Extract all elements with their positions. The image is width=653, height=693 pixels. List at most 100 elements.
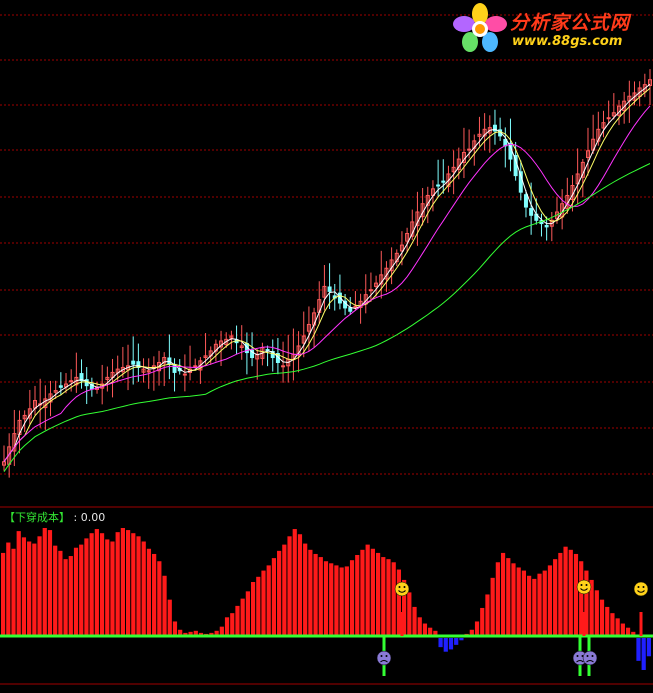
histogram-bar bbox=[250, 582, 256, 636]
histogram-bar bbox=[610, 613, 615, 636]
histogram-bar bbox=[318, 557, 323, 636]
histogram-bar bbox=[303, 543, 308, 636]
histogram-bar bbox=[599, 599, 605, 636]
signal-stick bbox=[400, 612, 404, 636]
histogram-bar bbox=[480, 607, 485, 636]
marker-eye bbox=[398, 586, 401, 588]
marker-eye bbox=[576, 655, 579, 657]
histogram-bar bbox=[615, 618, 620, 636]
histogram-bar bbox=[334, 565, 339, 636]
histogram-bar bbox=[308, 549, 313, 636]
histogram-bar bbox=[297, 534, 303, 636]
brand-name: 分析家公式网 bbox=[510, 12, 631, 34]
histogram-bar bbox=[485, 594, 490, 636]
histogram-bar bbox=[500, 552, 506, 636]
candle-body bbox=[58, 385, 63, 388]
indicator-separator: : bbox=[73, 511, 78, 524]
histogram-bar bbox=[459, 638, 464, 641]
histogram-bar bbox=[47, 530, 53, 636]
histogram-bar bbox=[506, 558, 511, 636]
marker-face bbox=[576, 579, 592, 595]
histogram-bar bbox=[417, 617, 422, 636]
marker-eye bbox=[403, 586, 406, 588]
candle-body bbox=[441, 180, 446, 183]
marker-face bbox=[394, 581, 410, 597]
histogram-bar bbox=[224, 617, 230, 636]
signal-stick bbox=[582, 612, 586, 636]
histogram-bar bbox=[605, 606, 610, 636]
candle-body bbox=[327, 286, 332, 292]
histogram-bar bbox=[370, 548, 375, 636]
histogram-bar bbox=[454, 638, 459, 645]
histogram-bar bbox=[146, 548, 152, 636]
histogram-bar bbox=[646, 638, 651, 657]
marker-face bbox=[633, 581, 649, 597]
ma-mid-line bbox=[3, 87, 651, 462]
histogram-bar bbox=[94, 529, 99, 636]
ma-short-line bbox=[3, 83, 651, 462]
histogram-bar bbox=[167, 599, 172, 636]
histogram-bar bbox=[89, 533, 94, 636]
histogram-bar bbox=[79, 544, 84, 636]
histogram-bar bbox=[287, 536, 292, 636]
histogram-bar bbox=[120, 528, 125, 636]
brand-logo[interactable]: 分析家公式网 www.88gs.com bbox=[452, 2, 652, 54]
marker-eye bbox=[385, 655, 388, 657]
candlestick-series bbox=[2, 69, 652, 478]
marker-eye bbox=[586, 655, 589, 657]
histogram-bar bbox=[542, 570, 547, 636]
histogram-bar bbox=[490, 577, 495, 636]
histogram-bar bbox=[360, 549, 365, 636]
histogram-bar bbox=[386, 559, 391, 636]
candle-body bbox=[193, 365, 198, 368]
smiley-icon bbox=[394, 581, 410, 597]
histogram-bar bbox=[407, 592, 412, 636]
histogram-bar bbox=[105, 539, 110, 636]
histogram-bar bbox=[266, 565, 271, 636]
histogram-bar bbox=[37, 536, 42, 636]
histogram-bar bbox=[355, 555, 360, 636]
candle-body bbox=[182, 373, 187, 376]
histogram-bar bbox=[532, 578, 537, 636]
histogram-bar bbox=[573, 553, 579, 636]
histogram-bar bbox=[448, 638, 454, 650]
marker-eye bbox=[580, 584, 583, 586]
histogram-bar bbox=[641, 638, 646, 670]
marker-face bbox=[376, 650, 392, 666]
candle-body bbox=[523, 194, 528, 208]
histogram-bar bbox=[277, 550, 282, 636]
marker-face bbox=[582, 650, 598, 666]
marker-eye bbox=[642, 586, 645, 588]
histogram-bar bbox=[261, 570, 266, 636]
marker-eye bbox=[591, 655, 594, 657]
candle-body bbox=[69, 380, 74, 383]
marker-eye bbox=[380, 655, 383, 657]
histogram-bar bbox=[558, 552, 563, 636]
histogram-bar bbox=[58, 550, 63, 636]
histogram-bar bbox=[11, 548, 16, 636]
ma-long-line bbox=[3, 105, 651, 462]
histogram-bar bbox=[6, 542, 11, 636]
indicator-name: 【下穿成本】 bbox=[4, 511, 70, 524]
histogram-bar bbox=[157, 561, 162, 636]
histogram-bar bbox=[27, 541, 32, 636]
histogram-bar bbox=[553, 559, 558, 636]
histogram-bar bbox=[240, 598, 245, 636]
histogram-bar bbox=[73, 547, 79, 636]
histogram-bar bbox=[563, 546, 568, 636]
histogram-bar bbox=[547, 565, 553, 636]
histogram-bar bbox=[152, 553, 157, 636]
histogram-bar bbox=[16, 531, 21, 636]
smiley-icon bbox=[633, 581, 649, 597]
histogram-bar bbox=[172, 621, 178, 636]
histogram-bar bbox=[339, 567, 344, 636]
histogram-bar bbox=[474, 621, 480, 636]
indicator-value: 0.00 bbox=[80, 511, 106, 524]
histogram-bar bbox=[365, 544, 370, 636]
candle-body bbox=[529, 208, 534, 216]
histogram-bar bbox=[141, 541, 146, 636]
histogram-bar bbox=[136, 536, 141, 636]
candle-body bbox=[544, 224, 549, 228]
histogram-bar bbox=[235, 605, 240, 636]
histogram-bar bbox=[99, 533, 105, 636]
